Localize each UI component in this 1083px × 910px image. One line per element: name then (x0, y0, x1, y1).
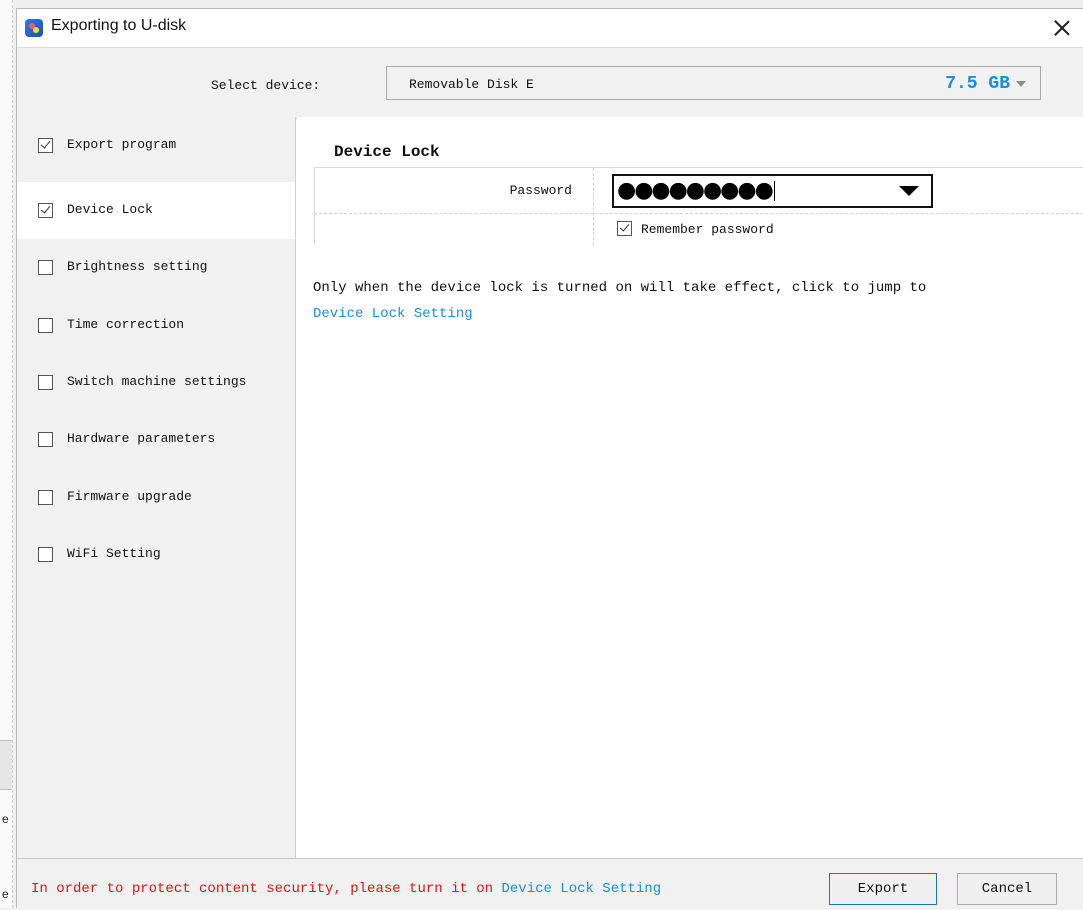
sidebar-item-brightness-setting[interactable]: Brightness setting (17, 239, 295, 296)
device-name: Removable Disk E (409, 77, 534, 92)
footer-device-lock-setting-link[interactable]: Device Lock Setting (501, 881, 661, 897)
select-device-label: Select device: (211, 78, 321, 93)
remember-password-label: Remember password (641, 222, 774, 237)
export-button[interactable]: Export (829, 873, 937, 905)
title-bar: Exporting to U-disk (17, 9, 1083, 47)
sidebar-item-time-correction[interactable]: Time correction (17, 297, 295, 354)
device-select-dropdown[interactable]: Removable Disk E 7.5 GB (386, 66, 1041, 100)
dialog-footer: In order to protect content security, pl… (17, 858, 1083, 910)
background-window-edge: e e (0, 0, 13, 908)
hardware-parameters-checkbox[interactable] (38, 432, 53, 447)
section-title: Device Lock (334, 143, 440, 161)
password-dropdown-arrow-icon[interactable] (899, 186, 919, 196)
export-dialog: Exporting to U-disk Select device: Remov… (16, 8, 1083, 910)
sidebar-item-label: Time correction (67, 317, 185, 332)
device-selector-bar: Select device: Removable Disk E 7.5 GB (17, 47, 1083, 119)
sidebar-item-label: Switch machine settings (67, 374, 247, 389)
device-lock-panel: Device Lock Password ●●●●●●●●● Remember … (297, 117, 1083, 858)
form-border (314, 168, 315, 245)
password-masked-value: ●●●●●●●●● (617, 178, 774, 203)
text-caret (774, 181, 775, 201)
password-label: Password (509, 183, 572, 198)
sidebar-item-switch-machine-settings[interactable]: Switch machine settings (17, 354, 295, 411)
sidebar-item-label: Export program (67, 137, 177, 152)
sidebar-item-label: WiFi Setting (67, 546, 161, 561)
sidebar-item-label: Device Lock (67, 202, 153, 217)
remember-password-checkbox[interactable] (617, 221, 632, 236)
device-lock-setting-link[interactable]: Device Lock Setting (313, 306, 473, 322)
export-program-checkbox[interactable] (38, 138, 53, 153)
security-warning-message: In order to protect content security, pl… (31, 881, 502, 897)
time-correction-checkbox[interactable] (38, 318, 53, 333)
cancel-button[interactable]: Cancel (957, 873, 1057, 905)
background-text-fragment: e (2, 887, 9, 901)
device-lock-checkbox[interactable] (38, 203, 53, 218)
sidebar-item-wifi-setting[interactable]: WiFi Setting (17, 526, 295, 583)
form-column-divider (593, 168, 594, 245)
device-capacity: 7.5 GB (945, 74, 1010, 94)
sidebar-item-label: Brightness setting (67, 259, 208, 274)
wifi-setting-checkbox[interactable] (38, 547, 53, 562)
sidebar-item-hardware-parameters[interactable]: Hardware parameters (17, 411, 295, 468)
password-form: Password ●●●●●●●●● Remember password (314, 167, 1083, 245)
app-logo-icon (25, 19, 43, 37)
close-icon[interactable] (1049, 15, 1075, 41)
background-strip (0, 740, 12, 790)
security-warning-text: In order to protect content security, pl… (31, 881, 661, 897)
sidebar-item-label: Firmware upgrade (67, 489, 192, 504)
switch-machine-settings-checkbox[interactable] (38, 375, 53, 390)
sidebar-item-firmware-upgrade[interactable]: Firmware upgrade (17, 469, 295, 526)
window-title: Exporting to U-disk (51, 17, 187, 34)
firmware-upgrade-checkbox[interactable] (38, 490, 53, 505)
background-text-fragment: e (2, 812, 9, 826)
chevron-down-icon[interactable] (1016, 81, 1026, 87)
form-row-divider (314, 213, 1083, 214)
password-field[interactable]: ●●●●●●●●● (612, 174, 933, 208)
sidebar-item-export-program[interactable]: Export program (17, 117, 295, 174)
sidebar-item-label: Hardware parameters (67, 431, 216, 446)
brightness-setting-checkbox[interactable] (38, 260, 53, 275)
settings-sidebar: Export program Device Lock Brightness se… (17, 117, 296, 858)
device-lock-info-text: Only when the device lock is turned on w… (313, 280, 927, 296)
sidebar-item-device-lock[interactable]: Device Lock (17, 182, 295, 239)
